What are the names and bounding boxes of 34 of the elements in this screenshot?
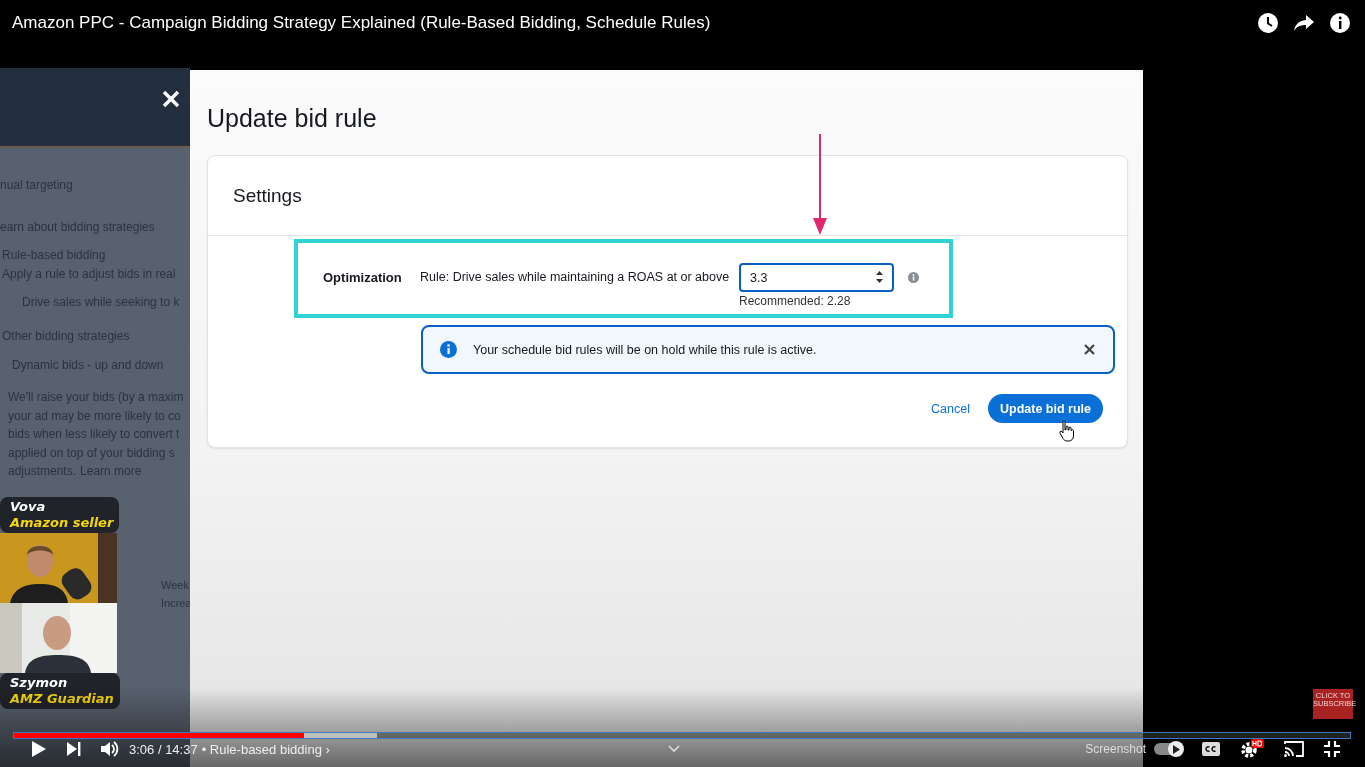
page-title: Update bid rule [207,103,378,133]
video-title[interactable]: Amazon PPC - Campaign Bidding Strategy Explained (Rule-Based Bidding, Schedule Rules) [12,13,711,33]
play-icon [1172,744,1180,754]
card-title: Settings [233,184,302,207]
field-label: Optimization [323,270,403,285]
close-icon[interactable] [1084,344,1095,355]
time-display: 3:06 / 14:37 [129,741,198,757]
chevron-down-icon[interactable] [667,745,680,753]
cast-icon[interactable] [1284,741,1304,757]
play-icon[interactable] [31,740,47,758]
hand-cursor-icon [1059,420,1075,442]
captions-icon[interactable] [1202,742,1220,756]
progress-bar[interactable] [14,733,1350,738]
rule-text: Rule: Drive sales while maintaining a ROAS at or above [420,270,731,284]
cancel-link[interactable]: Cancel [927,397,974,420]
volume-icon[interactable] [101,741,119,757]
participant-role: Amazon seller [10,515,114,531]
settings-icon[interactable] [1240,739,1264,759]
participant-name: Vova [10,499,47,515]
alert-text: Your schedule bid rules will be on hold while this rule is active. [473,342,818,357]
chapter-link[interactable]: • Rule-based bidding › [201,741,330,757]
participant-role: AMZ Guardian [10,691,114,707]
clock-icon[interactable] [1257,12,1279,34]
info-icon[interactable] [1329,12,1351,34]
recommended-text: Recommended: 2.28 [739,294,852,308]
exit-fullscreen-icon[interactable] [1324,741,1340,757]
info-icon [440,341,457,358]
spinner-icon[interactable] [875,270,884,284]
roas-input[interactable]: 3.3 [739,263,894,292]
share-icon[interactable] [1293,14,1315,32]
screenshot-toggle[interactable] [1154,743,1182,755]
update-bid-rule-button[interactable]: Update bid rule [988,394,1103,423]
next-icon[interactable] [67,742,81,756]
participant-name: Szymon [10,675,69,691]
